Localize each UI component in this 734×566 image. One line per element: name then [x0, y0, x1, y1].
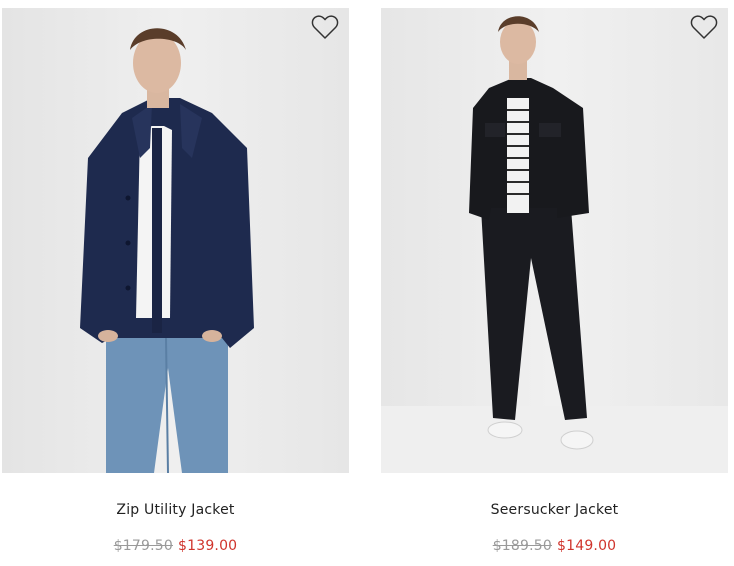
sale-price: $149.00 [557, 538, 617, 554]
product-image[interactable] [381, 8, 728, 473]
product-price: $189.50 $149.00 [381, 538, 728, 554]
product-price: $179.50 $139.00 [2, 538, 349, 554]
product-image[interactable] [2, 8, 349, 473]
product-grid: Zip Utility Jacket $179.50 $139.00 Seers… [0, 0, 734, 566]
product-name[interactable]: Zip Utility Jacket [2, 502, 349, 518]
wishlist-heart-icon[interactable] [690, 14, 718, 40]
original-price: $189.50 [492, 538, 552, 554]
wishlist-heart-icon[interactable] [311, 14, 339, 40]
sale-price: $139.00 [178, 538, 238, 554]
product-card[interactable]: Zip Utility Jacket $179.50 $139.00 [2, 0, 349, 566]
product-card[interactable]: Seersucker Jacket $189.50 $149.00 [381, 0, 728, 566]
original-price: $179.50 [113, 538, 173, 554]
product-name[interactable]: Seersucker Jacket [381, 502, 728, 518]
